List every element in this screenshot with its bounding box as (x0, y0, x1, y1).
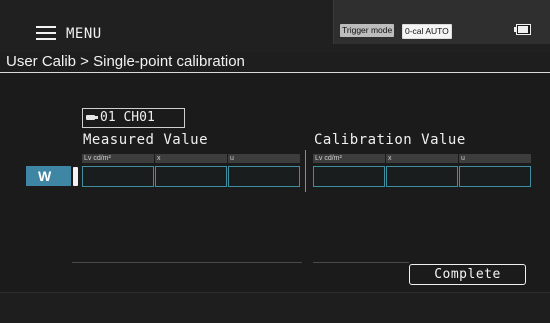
trigger-mode-badge: Trigger mode (340, 24, 395, 37)
calibration-value-title: Calibration Value (314, 132, 466, 148)
calibration-u-input[interactable] (459, 166, 531, 187)
calibration-header-x: x (386, 154, 458, 163)
measured-lv-cell (82, 166, 154, 187)
row-cursor (73, 167, 78, 186)
battery-icon (514, 24, 531, 35)
row-label-w[interactable]: W (26, 166, 71, 186)
menu-label[interactable]: MENU (66, 26, 102, 42)
calibration-lv-input[interactable] (313, 166, 385, 187)
calibration-x-input[interactable] (386, 166, 458, 187)
hamburger-icon[interactable] (36, 26, 56, 41)
measured-header-lv: Lv cd/m² (82, 154, 154, 163)
measured-header-x: x (155, 154, 227, 163)
empty-row-line (72, 262, 302, 263)
measured-u-cell (228, 166, 300, 187)
empty-row-line (313, 262, 409, 263)
probe-label: 01 CH01 (100, 110, 155, 125)
probe-icon (86, 114, 98, 121)
bottom-bar (0, 292, 550, 323)
column-divider (305, 150, 306, 192)
measured-x-cell (155, 166, 227, 187)
complete-button[interactable]: Complete (409, 264, 526, 285)
breadcrumb: User Calib > Single-point calibration (6, 53, 245, 70)
calibration-header-u: u (459, 154, 531, 163)
measured-value-title: Measured Value (83, 132, 209, 148)
calibration-header-lv: Lv cd/m² (313, 154, 385, 163)
measured-header-u: u (228, 154, 300, 163)
zero-cal-badge: 0-cal AUTO (402, 24, 452, 39)
